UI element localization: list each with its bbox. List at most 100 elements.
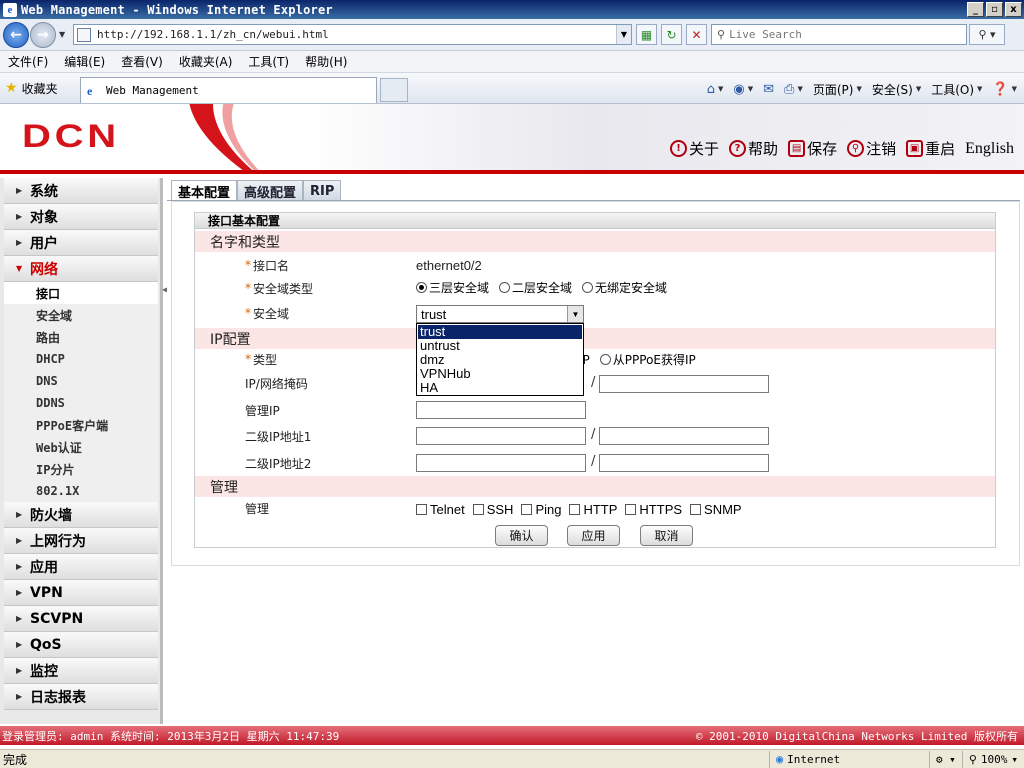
chevron-down-icon: ▼ bbox=[16, 264, 23, 273]
minimize-button[interactable]: _ bbox=[967, 2, 984, 17]
menu-favorites[interactable]: 收藏夹(A) bbox=[171, 53, 241, 70]
checkbox-ssh[interactable]: SSH bbox=[472, 502, 513, 517]
secondary-mask1-input[interactable] bbox=[599, 427, 769, 445]
iface-name-value: ethernet0/2 bbox=[416, 257, 482, 273]
sidebar-group-app[interactable]: ▶ 应用 bbox=[4, 554, 158, 580]
sidebar-item-8021x[interactable]: 802.1X bbox=[4, 480, 158, 502]
sidebar-group-user[interactable]: ▶ 用户 bbox=[4, 230, 158, 256]
sidebar-group-firewall[interactable]: ▶ 防火墙 bbox=[4, 502, 158, 528]
favorites-star-icon[interactable]: ★ bbox=[5, 80, 18, 96]
sidebar-group-scvpn[interactable]: ▶ SCVPN bbox=[4, 606, 158, 632]
safety-menu-button[interactable]: 安全(S) ▼ bbox=[869, 81, 924, 98]
new-tab-button[interactable] bbox=[380, 78, 408, 102]
english-link[interactable]: English bbox=[965, 140, 1014, 158]
menu-view[interactable]: 查看(V) bbox=[113, 53, 171, 70]
zone-option-dmz[interactable]: dmz bbox=[418, 353, 582, 367]
print-button[interactable]: ⎙ ▼ bbox=[781, 82, 806, 97]
sidebar-group-system[interactable]: ▶ 系统 bbox=[4, 178, 158, 204]
restart-link[interactable]: ▣ 重启 bbox=[906, 138, 955, 159]
apply-button[interactable]: 应用 bbox=[567, 525, 620, 546]
cancel-button[interactable]: 取消 bbox=[640, 525, 693, 546]
secondary-ip2-input[interactable] bbox=[416, 454, 586, 472]
sidebar-group-behavior[interactable]: ▶ 上网行为 bbox=[4, 528, 158, 554]
sidebar-item-ipfrag[interactable]: IP分片 bbox=[4, 458, 158, 480]
radio-l3-zone[interactable]: 三层安全域 bbox=[416, 279, 489, 296]
zone-select[interactable]: trust ▼ bbox=[416, 305, 584, 323]
about-link[interactable]: ! 关于 bbox=[670, 138, 719, 159]
menu-edit[interactable]: 编辑(E) bbox=[56, 53, 113, 70]
help-menu-button[interactable]: ❓ ▼ bbox=[989, 82, 1020, 97]
browser-tab[interactable]: e Web Management bbox=[80, 77, 377, 103]
url-input[interactable]: http://192.168.1.1/zh_cn/webui.html ▼ bbox=[73, 24, 632, 45]
refresh-button[interactable]: ↻ bbox=[661, 24, 682, 45]
sidebar-group-monitor[interactable]: ▶ 监控 bbox=[4, 658, 158, 684]
checkbox-ping[interactable]: Ping bbox=[521, 502, 561, 517]
radio-pppoe-ip[interactable]: 从PPPoE获得IP bbox=[599, 351, 696, 368]
stop-button[interactable]: ✕ bbox=[686, 24, 707, 45]
feeds-button[interactable]: ◉ ▼ bbox=[730, 82, 756, 97]
checkbox-https[interactable]: HTTPS bbox=[625, 502, 682, 517]
sidebar-item-webauth[interactable]: Web认证 bbox=[4, 436, 158, 458]
sidebar-group-object[interactable]: ▶ 对象 bbox=[4, 204, 158, 230]
zone-option-vpnhub[interactable]: VPNHub bbox=[418, 367, 582, 381]
save-link[interactable]: ▤ 保存 bbox=[788, 138, 837, 159]
history-dropdown-icon[interactable]: ▼ bbox=[59, 30, 69, 39]
checkbox-snmp[interactable]: SNMP bbox=[690, 502, 742, 517]
sidebar-item-interface[interactable]: 接口 bbox=[4, 282, 158, 304]
sidebar-item-ddns[interactable]: DDNS bbox=[4, 392, 158, 414]
back-button[interactable]: ← bbox=[3, 21, 29, 48]
checkbox-telnet[interactable]: Telnet bbox=[416, 502, 465, 517]
zoom-control[interactable]: ⚲ 100% ▾ bbox=[961, 750, 1024, 768]
tab-rip[interactable]: RIP bbox=[303, 180, 342, 201]
sidebar-item-dns[interactable]: DNS bbox=[4, 370, 158, 392]
sidebar-group-vpn[interactable]: ▶ VPN bbox=[4, 580, 158, 606]
chevron-right-icon: ▶ bbox=[16, 562, 23, 571]
menu-file[interactable]: 文件(F) bbox=[0, 53, 56, 70]
search-input[interactable]: ⚲ Live Search bbox=[711, 24, 967, 45]
type-label: * 类型 bbox=[245, 352, 278, 367]
close-window-button[interactable]: x bbox=[1005, 2, 1022, 17]
forward-button[interactable]: → bbox=[30, 21, 56, 48]
menu-help[interactable]: 帮助(H) bbox=[297, 53, 355, 70]
sidebar-group-logs[interactable]: ▶ 日志报表 bbox=[4, 684, 158, 710]
tools-menu-button[interactable]: 工具(O) ▼ bbox=[928, 81, 985, 98]
sidebar-item-dhcp[interactable]: DHCP bbox=[4, 348, 158, 370]
checkbox-http[interactable]: HTTP bbox=[569, 502, 617, 517]
sidebar-group-network[interactable]: ▼ 网络 bbox=[4, 256, 158, 282]
url-text[interactable]: http://192.168.1.1/zh_cn/webui.html bbox=[97, 28, 616, 41]
select-chevron-down-icon[interactable]: ▼ bbox=[567, 306, 583, 322]
sidebar-item-pppoe[interactable]: PPPoE客户端 bbox=[4, 414, 158, 436]
search-button[interactable]: ⚲ ▾ bbox=[969, 24, 1005, 45]
help-link[interactable]: ? 帮助 bbox=[729, 138, 778, 159]
tab-advanced-config[interactable]: 高级配置 bbox=[237, 180, 304, 201]
compat-view-button[interactable]: ▦ bbox=[636, 24, 657, 45]
url-dropdown-icon[interactable]: ▼ bbox=[616, 25, 631, 44]
secondary-mask2-input[interactable] bbox=[599, 454, 769, 472]
rss-icon: ◉ bbox=[733, 81, 745, 97]
sidebar-group-qos[interactable]: ▶ QoS bbox=[4, 632, 158, 658]
zone-option-untrust[interactable]: untrust bbox=[418, 339, 582, 353]
tab-basic-config[interactable]: 基本配置 bbox=[171, 180, 238, 201]
sidebar-item-route[interactable]: 路由 bbox=[4, 326, 158, 348]
ok-button[interactable]: 确认 bbox=[495, 525, 548, 546]
security-zone[interactable]: ◉ Internet bbox=[768, 750, 929, 768]
maximize-button[interactable]: ▫ bbox=[986, 2, 1003, 17]
zone-option-ha[interactable]: HA bbox=[418, 381, 582, 395]
protected-mode-icon[interactable]: ⚙ ▾ bbox=[928, 750, 962, 768]
sidebar-item-zone[interactable]: 安全域 bbox=[4, 304, 158, 326]
favorites-button[interactable]: 收藏夹 bbox=[22, 80, 58, 97]
zone-option-trust[interactable]: trust bbox=[418, 325, 582, 339]
sidebar-collapse-handle[interactable]: ◀ bbox=[162, 285, 168, 299]
radio-unbound-zone[interactable]: 无绑定安全域 bbox=[582, 279, 667, 296]
radio-l2-zone[interactable]: 二层安全域 bbox=[499, 279, 572, 296]
page-menu-button[interactable]: 页面(P) ▼ bbox=[810, 81, 865, 98]
secondary-ip1-input[interactable] bbox=[416, 427, 586, 445]
favorites-bar: ★ 收藏夹 e Web Management ⌂ ▼ ◉ ▼ ✉ ⎙ ▼ 页面(P) ▼… bbox=[0, 73, 1024, 104]
mail-button[interactable]: ✉ bbox=[760, 82, 777, 97]
home-button[interactable]: ⌂ ▼ bbox=[704, 82, 727, 97]
iface-name-label: * 接口名 bbox=[245, 258, 290, 273]
netmask-input[interactable] bbox=[599, 375, 769, 393]
mgmt-ip-input[interactable] bbox=[416, 401, 586, 419]
logout-link[interactable]: ⚲ 注销 bbox=[847, 138, 896, 159]
menu-tools[interactable]: 工具(T) bbox=[240, 53, 297, 70]
